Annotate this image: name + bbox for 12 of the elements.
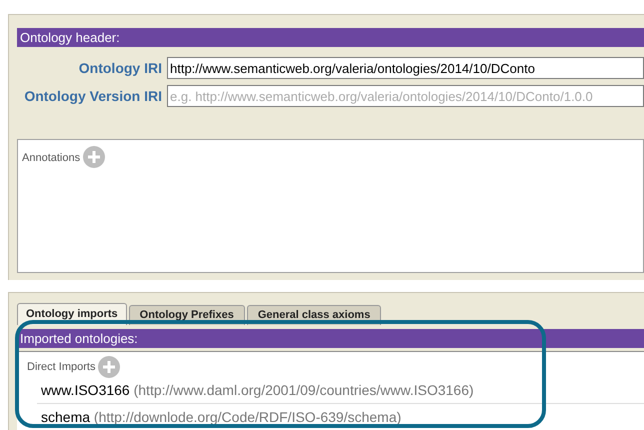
- direct-imports-label: Direct Imports: [27, 360, 96, 375]
- import-entry[interactable]: www.ISO3166 (http://www.daml.org/2001/09/countries/www.ISO3166): [41, 380, 474, 401]
- import-entry[interactable]: schema (http://downlode.org/Code/RDF/ISO-639/schema): [41, 406, 402, 428]
- section-title: Imported ontologies:: [17, 329, 644, 348]
- iri-field[interactable]: e.g. http://www.semanticweb.org/valeria/ontologies/2014/10/DConto/1.0.0: [167, 85, 644, 107]
- add-icon[interactable]: [83, 146, 106, 168]
- iri-field[interactable]: http://www.semanticweb.org/valeria/ontologies/2014/10/DConto: [167, 57, 644, 79]
- section-title: Ontology header:: [17, 28, 644, 47]
- field-label: Ontology Version IRI: [23, 86, 163, 106]
- add-icon[interactable]: [98, 356, 120, 378]
- annotations-label: Annotations: [22, 151, 80, 166]
- field-label: Ontology IRI: [78, 58, 163, 78]
